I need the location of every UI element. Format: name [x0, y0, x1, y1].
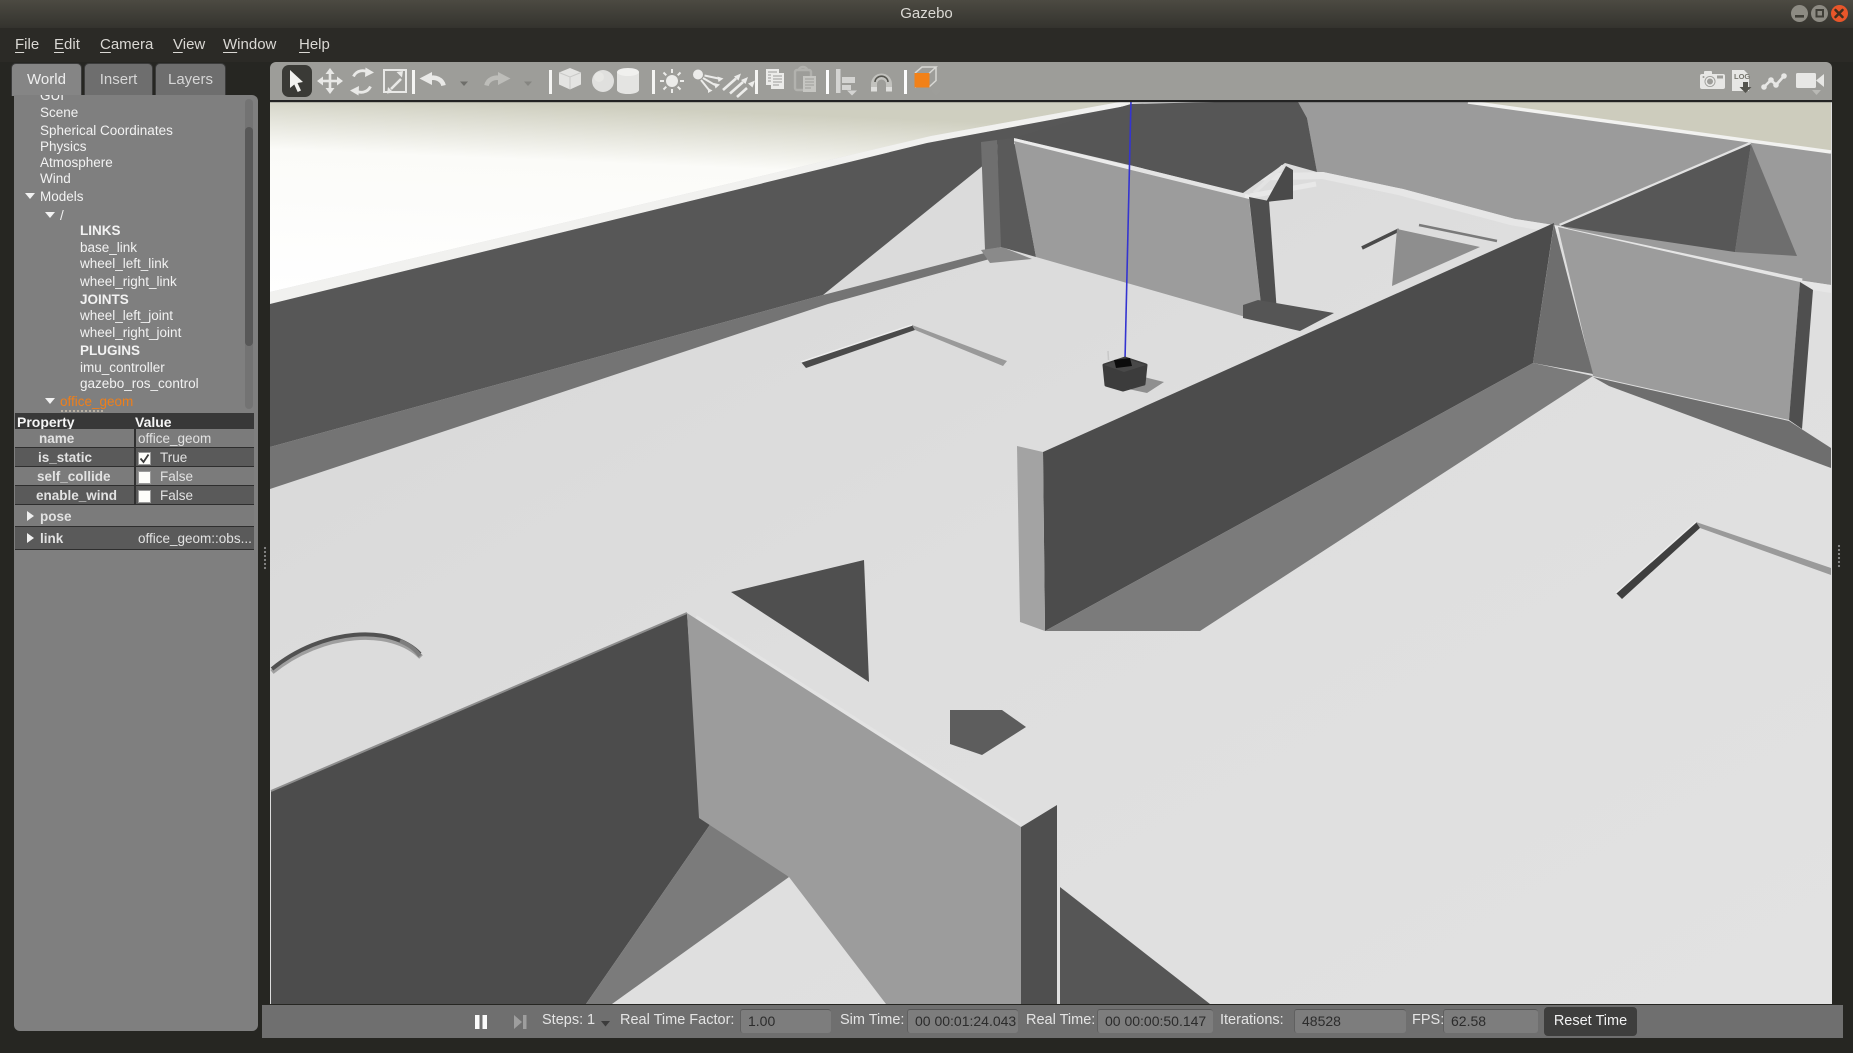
svg-text:LOG: LOG — [1734, 72, 1750, 81]
